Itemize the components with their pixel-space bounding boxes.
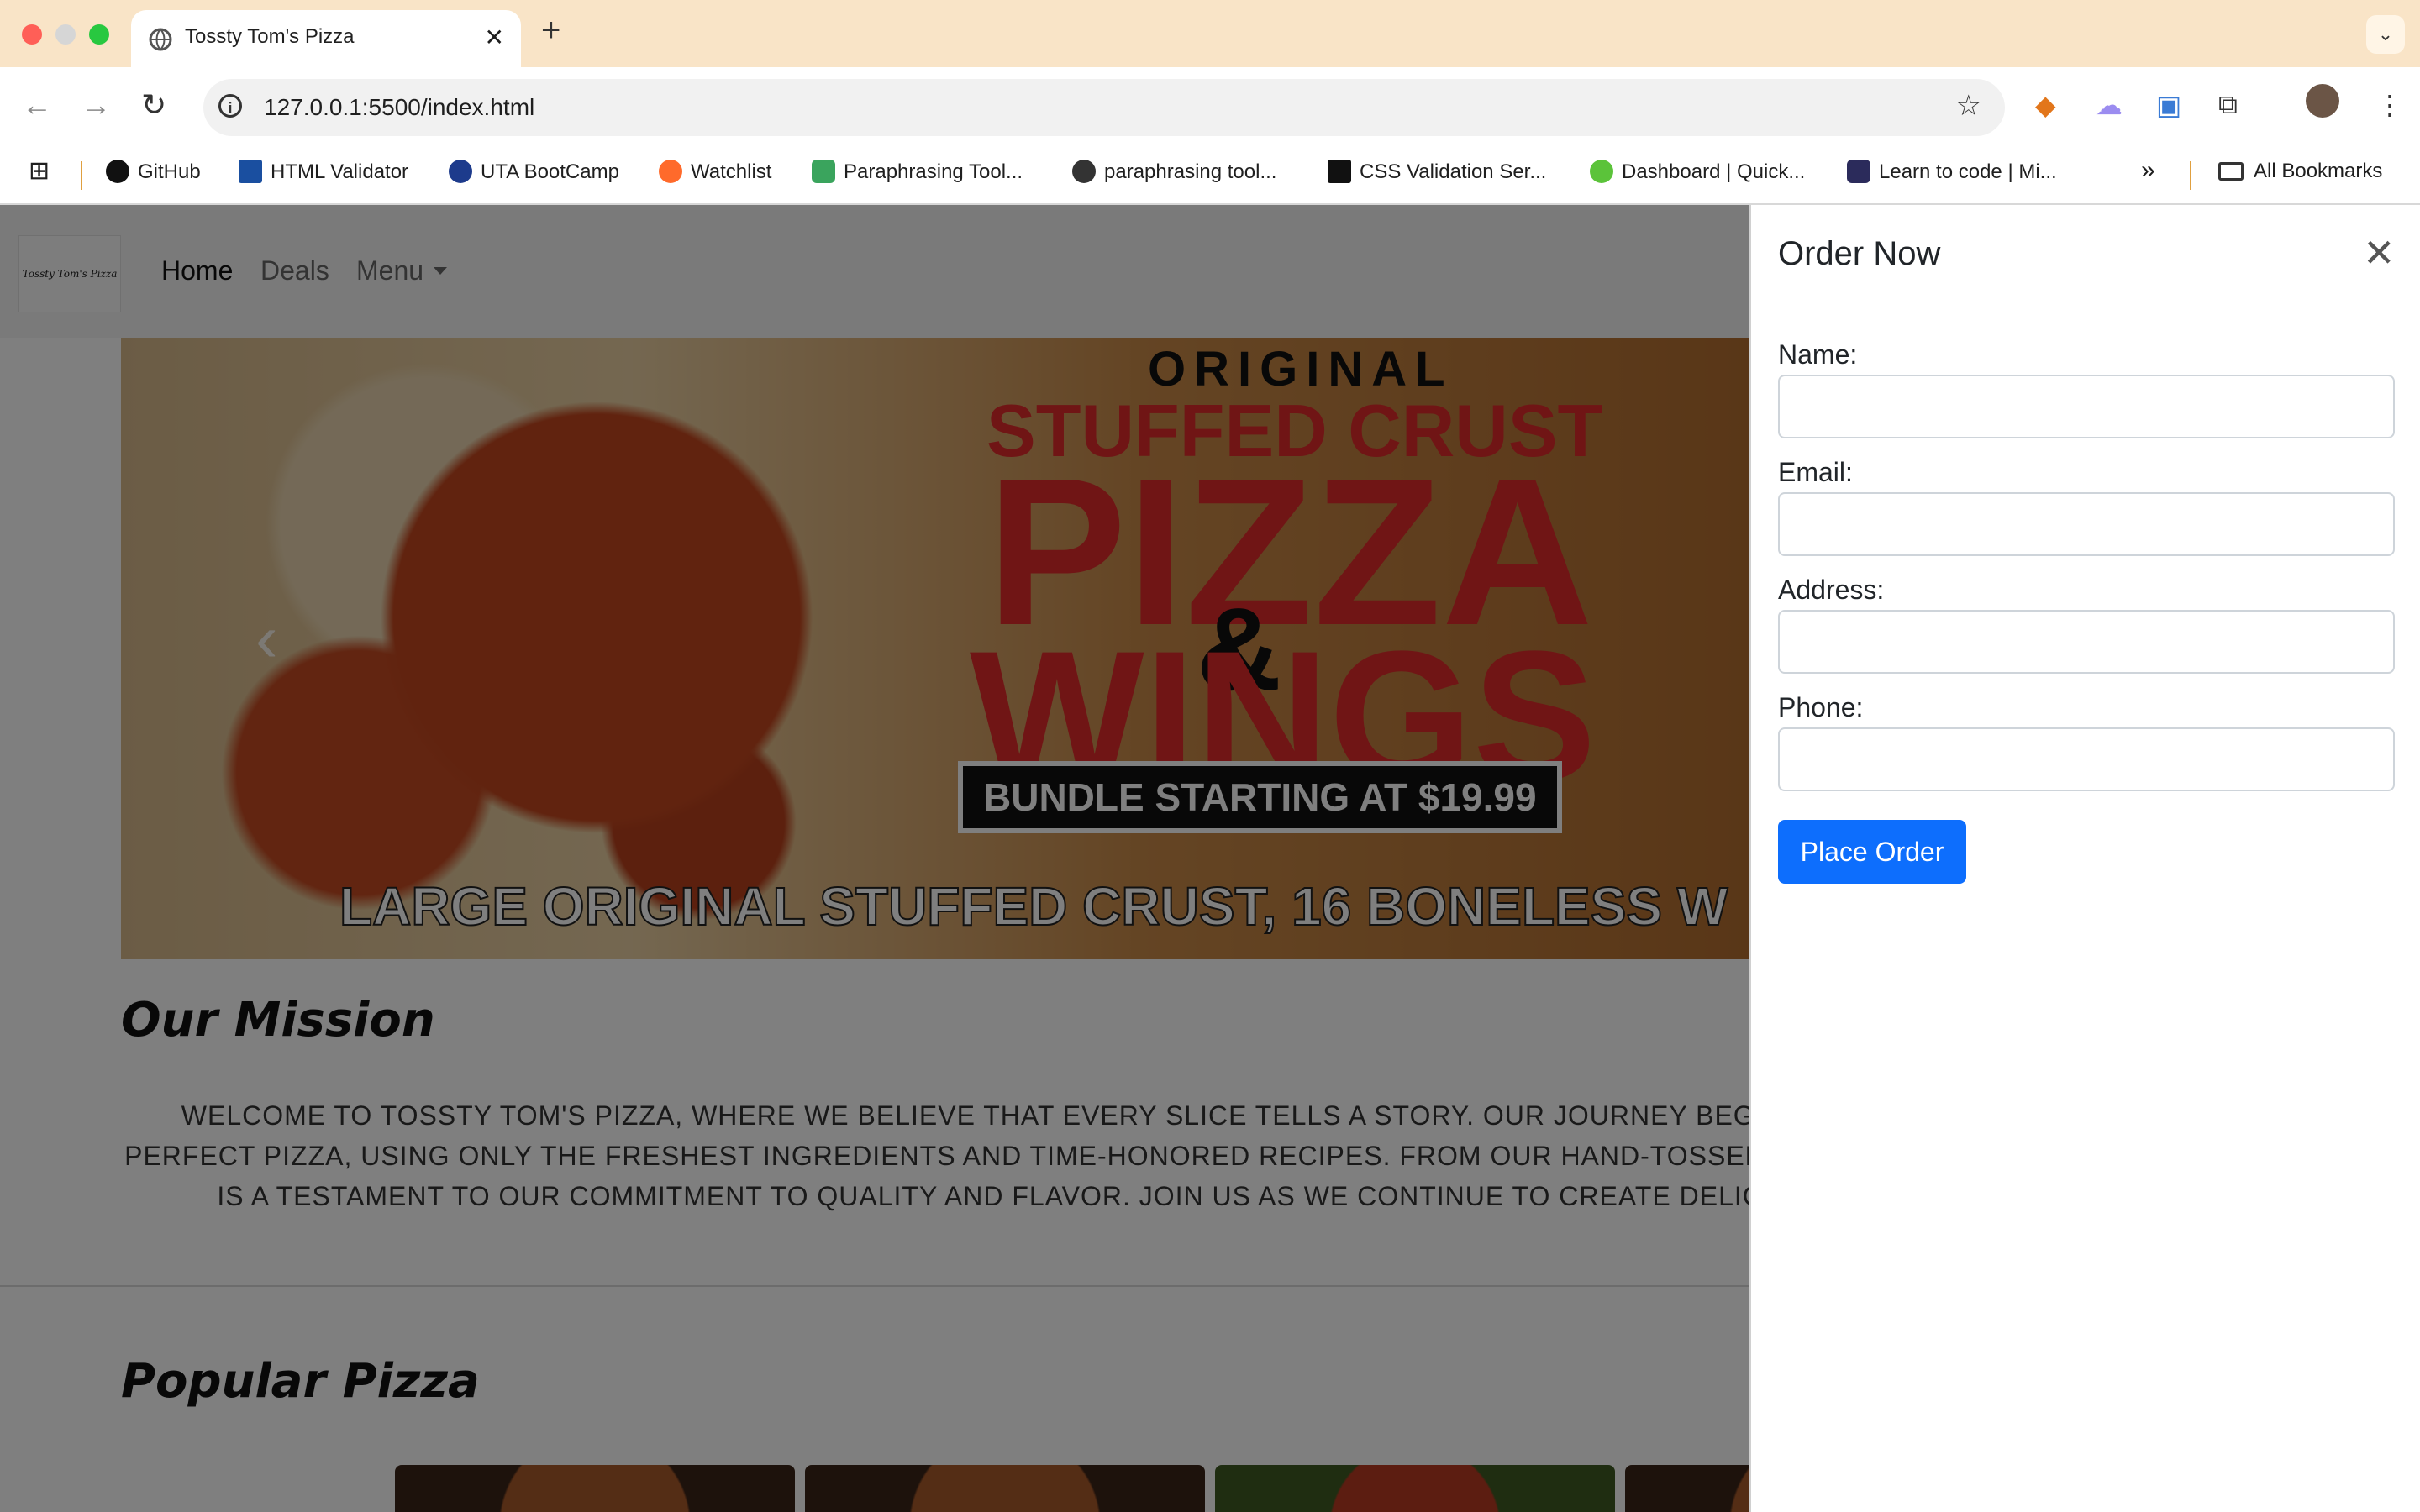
email-label: Email: — [1778, 457, 1853, 487]
address-field[interactable] — [1778, 610, 2395, 674]
bookmark-label: Watchlist — [691, 160, 772, 183]
bookmark-learn-to-code[interactable]: Learn to code | Mi... — [1847, 160, 2057, 184]
bookmarks-bar: ⊞ GitHub HTML Validator UTA BootCamp Wat… — [0, 148, 2420, 205]
new-tab-button[interactable]: + — [541, 12, 560, 50]
tab-title: Tossty Tom's Pizza — [185, 25, 355, 48]
more-bookmarks-icon[interactable]: » — [2141, 156, 2155, 185]
css-validator-icon — [1328, 160, 1351, 183]
extension-calendar-icon[interactable]: ▣ — [2156, 89, 2181, 121]
bookmarks-divider — [2190, 161, 2191, 190]
page-viewport: Tossty Tom's Pizza Home Deals Menu ORIGI… — [0, 205, 2420, 1512]
browser-menu-icon[interactable]: ⋮ — [2376, 89, 2403, 121]
folder-icon — [2218, 162, 2244, 181]
bookmark-label: Paraphrasing Tool... — [844, 160, 1023, 183]
minimize-window-button[interactable] — [55, 24, 76, 45]
bookmark-dashboard[interactable]: Dashboard | Quick... — [1590, 160, 1805, 184]
bookmark-label: Learn to code | Mi... — [1879, 160, 2057, 183]
tab-strip: Tossty Tom's Pizza ✕ + ⌄ — [0, 0, 2420, 67]
learn-to-code-icon — [1847, 160, 1870, 183]
dashboard-icon — [1590, 160, 1613, 183]
globe-icon — [149, 28, 172, 51]
back-button[interactable]: ← — [22, 87, 52, 123]
extension-cloud-icon[interactable]: ☁ — [2096, 89, 2123, 121]
close-icon[interactable]: ✕ — [2363, 230, 2396, 276]
bookmark-watchlist[interactable]: Watchlist — [659, 160, 771, 184]
paraphrasing-icon — [812, 160, 835, 183]
bookmark-star-icon[interactable]: ☆ — [1956, 89, 1981, 123]
bookmark-label: HTML Validator — [271, 160, 409, 183]
bookmark-paraphrasing-tool-2[interactable]: paraphrasing tool... — [1072, 160, 1276, 184]
order-title: Order Now — [1778, 235, 1941, 272]
apps-grid-icon[interactable]: ⊞ — [29, 156, 50, 186]
globe-icon — [1072, 160, 1096, 183]
bookmark-label: UTA BootCamp — [481, 160, 619, 183]
all-bookmarks-folder[interactable]: All Bookmarks — [2218, 160, 2382, 183]
tab-search-button[interactable]: ⌄ — [2366, 15, 2405, 54]
github-icon — [106, 160, 129, 183]
bookmark-label: paraphrasing tool... — [1104, 160, 1277, 183]
bookmark-label: Dashboard | Quick... — [1622, 160, 1806, 183]
bookmarks-divider — [81, 161, 82, 190]
place-order-button[interactable]: Place Order — [1778, 820, 1966, 884]
profile-avatar[interactable] — [2306, 84, 2339, 118]
bookmark-uta-bootcamp[interactable]: UTA BootCamp — [449, 160, 619, 184]
close-window-button[interactable] — [22, 24, 42, 45]
address-bar[interactable]: i 127.0.0.1:5500/index.html ☆ — [203, 79, 2005, 136]
site-info-icon[interactable]: i — [218, 94, 242, 118]
phone-field[interactable] — [1778, 727, 2395, 791]
w3c-icon — [239, 160, 262, 183]
name-field[interactable] — [1778, 375, 2395, 438]
extensions-puzzle-icon[interactable]: ⧉ — [2218, 89, 2238, 121]
browser-toolbar: ← → ↻ i 127.0.0.1:5500/index.html ☆ ◆ ☁ … — [0, 67, 2420, 148]
order-offcanvas: Order Now ✕ Name: Email: Address: Phone:… — [1749, 205, 2420, 1512]
tab-active[interactable]: Tossty Tom's Pizza ✕ — [131, 10, 521, 67]
reload-button[interactable]: ↻ — [141, 87, 166, 123]
bookmark-github[interactable]: GitHub — [106, 160, 201, 184]
bookmark-paraphrasing-tool[interactable]: Paraphrasing Tool... — [812, 160, 1023, 184]
address-label: Address: — [1778, 575, 1885, 605]
forward-button[interactable]: → — [81, 87, 111, 123]
all-bookmarks-label: All Bookmarks — [2254, 160, 2383, 182]
tab-close-icon[interactable]: ✕ — [485, 24, 504, 51]
name-label: Name: — [1778, 339, 1858, 370]
email-field[interactable] — [1778, 492, 2395, 556]
uta-icon — [449, 160, 472, 183]
maximize-window-button[interactable] — [89, 24, 109, 45]
phone-label: Phone: — [1778, 692, 1864, 722]
watchlist-icon — [659, 160, 682, 183]
bookmark-css-validation[interactable]: CSS Validation Ser... — [1328, 160, 1546, 184]
bookmark-label: CSS Validation Ser... — [1360, 160, 1547, 183]
bookmark-html-validator[interactable]: HTML Validator — [239, 160, 408, 184]
url-text[interactable]: 127.0.0.1:5500/index.html — [264, 94, 534, 121]
bookmark-label: GitHub — [138, 160, 201, 183]
metamask-extension-icon[interactable]: ◆ — [2035, 89, 2056, 121]
